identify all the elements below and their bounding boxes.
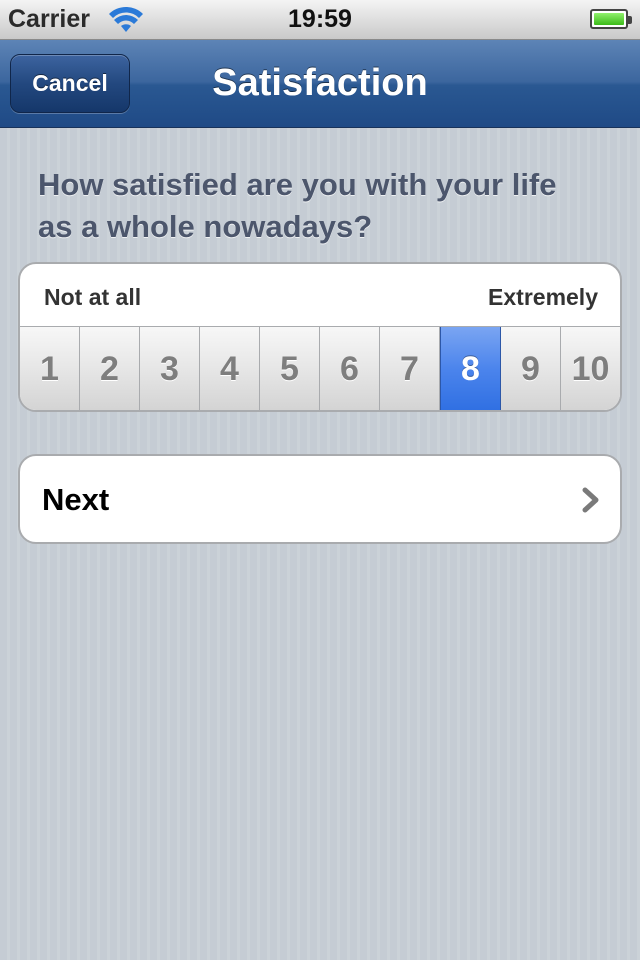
clock: 19:59 [288, 5, 352, 33]
scale-option-1[interactable]: 1 [20, 327, 80, 410]
status-bar: Carrier 19:59 [0, 0, 640, 40]
navigation-bar: Cancel Satisfaction [0, 40, 640, 128]
scale-max-label: Extremely [488, 284, 598, 310]
rating-scale: Not at all Extremely 1 2 3 4 5 6 7 8 9 10 [18, 262, 622, 412]
scale-option-8[interactable]: 8 [440, 327, 501, 410]
scale-option-6[interactable]: 6 [320, 327, 380, 410]
chevron-right-icon [582, 487, 599, 513]
scale-option-10[interactable]: 10 [561, 327, 620, 410]
scale-min-label: Not at all [44, 284, 142, 310]
page-title: Satisfaction [212, 62, 428, 104]
scale-option-9[interactable]: 9 [501, 327, 561, 410]
battery-icon [590, 9, 632, 29]
question-text: How satisfied are you with your life as … [38, 167, 557, 244]
next-button[interactable]: Next [18, 454, 622, 544]
next-label: Next [42, 482, 110, 517]
scale-option-5[interactable]: 5 [260, 327, 320, 410]
scale-option-4[interactable]: 4 [200, 327, 260, 410]
scale-option-3[interactable]: 3 [140, 327, 200, 410]
scale-option-7[interactable]: 7 [380, 327, 440, 410]
scale-options: 1 2 3 4 5 6 7 8 9 10 [20, 326, 620, 410]
scale-option-2[interactable]: 2 [80, 327, 140, 410]
